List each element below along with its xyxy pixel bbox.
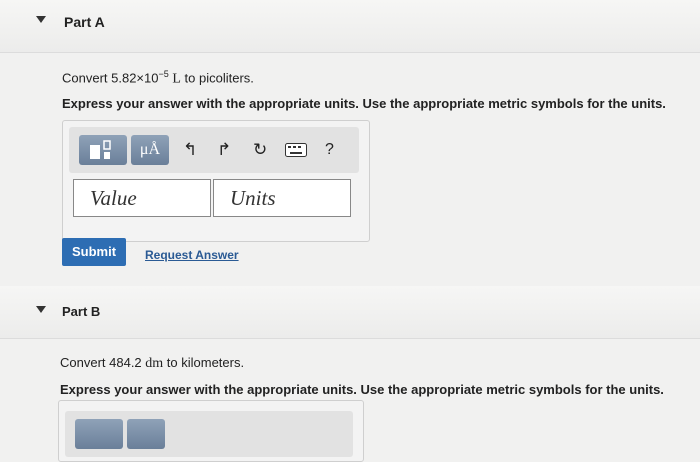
redo-icon[interactable]: ↱ (217, 141, 231, 159)
prompt-suffix: to kilometers. (163, 355, 245, 370)
reset-icon[interactable]: ↻ (253, 141, 267, 159)
prompt-suffix: to picoliters. (180, 70, 254, 86)
part-b-answer-box (58, 400, 364, 462)
templates-button[interactable] (79, 135, 127, 165)
collapse-caret-icon[interactable] (36, 306, 46, 313)
undo-icon[interactable]: ↰ (183, 141, 197, 159)
request-answer-link[interactable]: Request Answer (145, 248, 239, 262)
part-a-title: Part A (64, 14, 105, 30)
part-b-toolbar (65, 411, 353, 457)
units-input[interactable]: Units (213, 179, 351, 217)
units-button[interactable]: μÅ (131, 135, 169, 165)
answer-toolbar: μÅ ↰ ↱ ↻ ? (69, 127, 359, 173)
prompt-unit: dm (145, 356, 164, 371)
part-a-prompt: Convert 5.82×10−5 L to picoliters. (62, 69, 254, 87)
collapse-caret-icon[interactable] (36, 16, 46, 23)
templates-icon (90, 140, 111, 159)
prompt-exponent: −5 (158, 69, 169, 79)
keyboard-icon[interactable] (285, 143, 307, 157)
prompt-number: Convert 5.82×10 (62, 70, 159, 86)
units-button[interactable] (127, 419, 165, 449)
value-input[interactable]: Value (73, 179, 211, 217)
templates-button[interactable] (75, 419, 123, 449)
part-b-header[interactable]: Part B (0, 286, 700, 339)
part-b-prompt: Convert 484.2 dm to kilometers. (60, 355, 244, 372)
submit-button[interactable]: Submit (62, 238, 126, 266)
part-b-instruction: Express your answer with the appropriate… (60, 382, 664, 397)
part-a-instruction: Express your answer with the appropriate… (62, 96, 666, 111)
prompt-unit: L (172, 71, 181, 87)
prompt-number: Convert 484.2 (60, 355, 146, 370)
help-icon[interactable]: ? (325, 141, 334, 159)
answer-box: μÅ ↰ ↱ ↻ ? Value Units (62, 120, 370, 242)
part-a-header[interactable]: Part A (0, 0, 700, 53)
part-b-title: Part B (62, 304, 101, 319)
units-button-label: μÅ (139, 141, 161, 158)
